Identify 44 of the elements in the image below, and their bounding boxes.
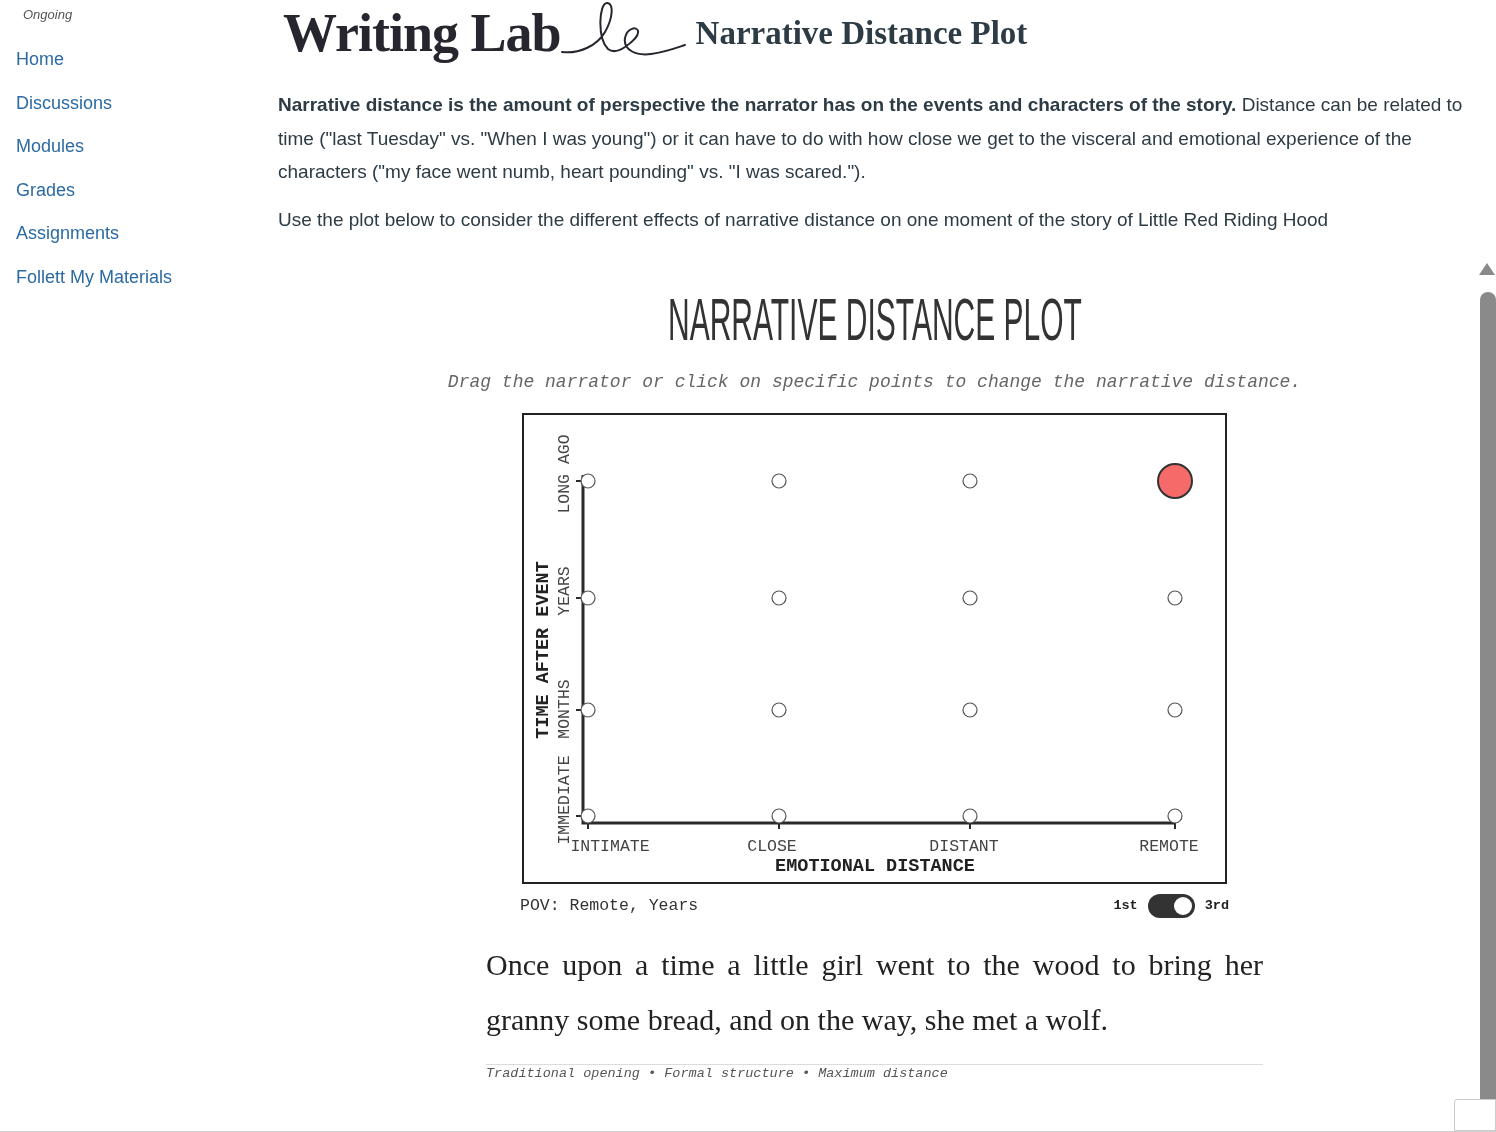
x-axis-label: DISTANT	[929, 836, 999, 856]
plot-point[interactable]	[1167, 590, 1183, 606]
x-axis-label: CLOSE	[747, 836, 797, 856]
sidebar-link[interactable]: Home	[16, 46, 64, 72]
sidebar-link[interactable]: Assignments	[16, 220, 120, 246]
plot-point[interactable]	[1167, 808, 1183, 824]
plot-instruction: Drag the narrator or click on specific points to change the narrative distance.	[447, 371, 1302, 393]
plot-point[interactable]	[771, 702, 787, 718]
intro-paragraph: Use the plot below to consider the different effects of narrative distance on one moment of the story of Little Red Riding Hood	[278, 207, 1330, 232]
y-axis-label: LONG AGO	[554, 434, 574, 514]
x-axis-label: INTIMATE	[570, 836, 650, 856]
toggle-label: 3rd	[1204, 896, 1229, 915]
plot-point[interactable]	[962, 590, 978, 606]
plot-point[interactable]	[580, 702, 596, 718]
y-axis-title: TIME AFTER EVENT	[532, 561, 554, 739]
plot-point[interactable]	[580, 808, 596, 824]
sidebar-link[interactable]: Discussions	[16, 89, 113, 116]
plot-point[interactable]	[580, 473, 596, 489]
plot-point[interactable]	[771, 808, 787, 824]
plot-point[interactable]	[771, 473, 787, 489]
y-axis-label: YEARS	[554, 566, 574, 616]
x-axis-label: REMOTE	[1139, 836, 1199, 856]
toggle-label: 1st	[1113, 896, 1138, 915]
y-axis-label: MONTHS	[554, 679, 574, 739]
scroll-up-arrow-icon[interactable]	[1478, 262, 1496, 276]
course-status: Ongoing	[23, 6, 73, 24]
story-caption: Traditional opening • Formal structure • Maximum distance	[486, 1065, 949, 1082]
sidebar-link[interactable]: Grades	[16, 176, 76, 203]
plot-title: NARRATIVE DISTANCE PLOT	[667, 292, 1082, 348]
perspective-toggle[interactable]	[1147, 894, 1195, 918]
plot-point[interactable]	[1167, 702, 1183, 718]
sidebar-link[interactable]: Modules	[16, 133, 85, 159]
plot-point[interactable]	[962, 808, 978, 824]
plot-point[interactable]	[580, 590, 596, 606]
pov-readout: POV: Remote, Years	[520, 894, 699, 917]
sidebar-link[interactable]: Follett My Materials	[16, 263, 173, 290]
plot-point[interactable]	[771, 590, 787, 606]
x-axis-title: EMOTIONAL DISTANCE	[775, 855, 975, 877]
plot-point[interactable]	[962, 473, 978, 489]
intro-paragraph: Narrative distance is the amount of perspective the narrator has on the events and characters of the story. Distance can be related to time ("last Tuesday" vs. "When I was young") or it can have to do with how close we get to the visceral and emotional experience of the characters ("my face went numb, heart pounding" vs. "I was scared.").	[278, 93, 1464, 184]
page-title: Narrative Distance Plot	[695, 16, 1028, 50]
plot-point[interactable]	[962, 702, 978, 718]
story-text: Once upon a time a little girl went to the wood to bring her granny some bread, and on the way, she met a wolf.	[486, 947, 1263, 1038]
narrator-marker[interactable]	[1157, 463, 1193, 499]
